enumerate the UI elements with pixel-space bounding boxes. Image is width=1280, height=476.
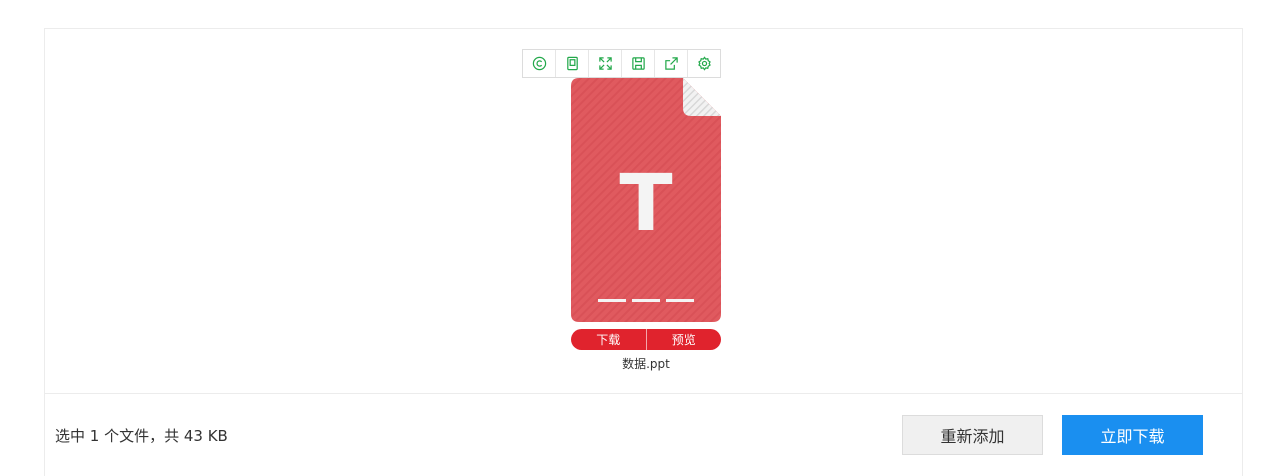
file-panel: T 下载 预览 数据.ppt 选中 1 个文件，共 43 KB 重新添加 立即下… <box>44 28 1243 476</box>
file-toolbar <box>522 49 721 78</box>
save-icon <box>631 57 645 70</box>
settings-button[interactable] <box>688 50 720 77</box>
file-name: 数据.ppt <box>622 357 670 371</box>
file-thumbnail[interactable]: T <box>571 78 721 322</box>
share-icon <box>664 57 678 70</box>
readd-button[interactable]: 重新添加 <box>902 415 1043 455</box>
share-button[interactable] <box>655 50 688 77</box>
copyright-icon <box>532 56 546 71</box>
file-actions: 下载 预览 <box>571 329 721 350</box>
copy-button[interactable] <box>556 50 589 77</box>
save-button[interactable] <box>622 50 655 77</box>
preview-file-button[interactable]: 预览 <box>647 329 722 350</box>
selection-summary: 选中 1 个文件，共 43 KB <box>55 427 228 445</box>
settings-icon <box>697 56 711 71</box>
divider <box>45 393 1242 394</box>
ppt-file-icon: T <box>571 78 721 322</box>
download-now-button[interactable]: 立即下载 <box>1062 415 1203 455</box>
download-file-button[interactable]: 下载 <box>571 329 647 350</box>
file-type-letter: T <box>619 159 672 249</box>
copy-icon <box>566 56 578 71</box>
expand-button[interactable] <box>589 50 622 77</box>
expand-icon <box>598 57 612 70</box>
copyright-button[interactable] <box>523 50 556 77</box>
